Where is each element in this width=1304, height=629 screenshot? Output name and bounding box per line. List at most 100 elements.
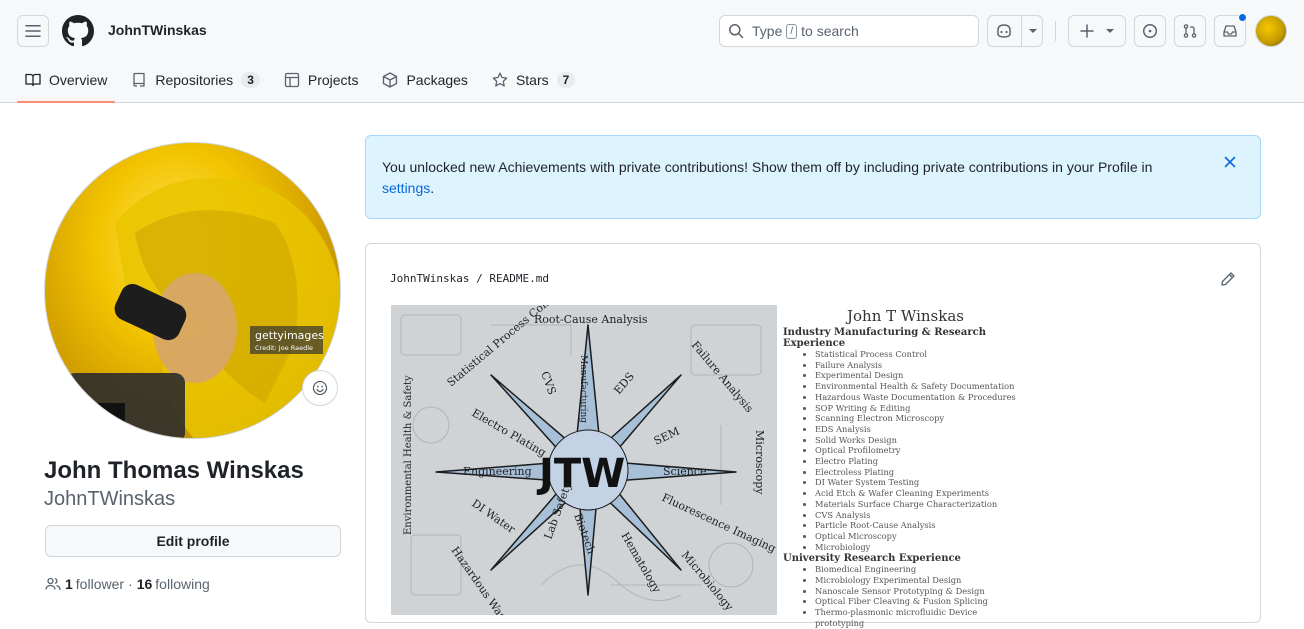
compass-label: Engineering bbox=[463, 465, 532, 478]
compass-label: Environmental Health & Safety bbox=[403, 375, 414, 535]
list-item: Statistical Process Control bbox=[815, 349, 1028, 360]
following-label: following bbox=[155, 576, 210, 592]
readme-owner-link[interactable]: JohnTWinskas bbox=[390, 272, 469, 285]
list-item: Scanning Electron Microscopy bbox=[815, 413, 1028, 424]
breadcrumb-separator: / bbox=[476, 272, 483, 285]
avatar-photo: gettyimages Credit: Joe Raedle bbox=[45, 178, 340, 438]
issues-button[interactable] bbox=[1134, 15, 1166, 47]
top-header: JohnTWinskas Type / to search Overview R… bbox=[0, 0, 1304, 103]
tab-repositories[interactable]: Repositories 3 bbox=[123, 62, 268, 97]
list-item: Hazardous Waste Documentation & Procedur… bbox=[815, 392, 1028, 403]
follow-stats: 1 follower · 16 following bbox=[45, 576, 210, 592]
list-item: Materials Surface Charge Characterizatio… bbox=[815, 499, 1028, 510]
user-avatar-menu[interactable] bbox=[1255, 15, 1287, 47]
tab-overview-label: Overview bbox=[49, 71, 108, 88]
chevron-down-icon[interactable] bbox=[1028, 26, 1038, 36]
list-item: Electro Plating bbox=[815, 456, 1028, 467]
tab-overview[interactable]: Overview bbox=[17, 62, 116, 103]
list-item: Optical Microscopy bbox=[815, 531, 1028, 542]
book-icon bbox=[25, 73, 41, 86]
table-icon bbox=[284, 72, 300, 87]
compass-svg: JTW Root-Cause Analysis Statistical Proc… bbox=[391, 305, 777, 615]
list-item: DI Water System Testing bbox=[815, 477, 1028, 488]
compass-label: Manufacturing bbox=[578, 355, 588, 423]
compass-graphic: JTW Root-Cause Analysis Statistical Proc… bbox=[391, 305, 777, 615]
header-divider bbox=[1055, 21, 1056, 41]
star-icon bbox=[492, 72, 508, 87]
list-item: Thermo-plasmonic microfluidic Device pro… bbox=[815, 607, 1028, 628]
tab-packages-label: Packages bbox=[406, 71, 468, 88]
chevron-down-icon bbox=[1106, 29, 1114, 33]
followers-link[interactable]: 1 follower bbox=[65, 576, 124, 592]
list-item: Electroless Plating bbox=[815, 467, 1028, 478]
repo-icon bbox=[133, 72, 146, 87]
pencil-icon[interactable] bbox=[1220, 271, 1236, 287]
profile-tabs: Overview Repositories 3 Projects Package… bbox=[17, 62, 591, 103]
industry-list: Statistical Process Control Failure Anal… bbox=[815, 349, 1028, 552]
list-item: CVS Analysis bbox=[815, 510, 1028, 521]
followers-label: follower bbox=[75, 576, 125, 592]
profile-avatar[interactable]: gettyimages Credit: Joe Raedle bbox=[44, 142, 341, 439]
banner-title: John T Winskas bbox=[847, 307, 964, 325]
list-item: Biomedical Engineering bbox=[815, 564, 1028, 575]
edit-profile-button[interactable]: Edit profile bbox=[45, 525, 341, 557]
followers-count: 1 bbox=[65, 576, 73, 592]
achievements-flash: You unlocked new Achievements with priva… bbox=[365, 135, 1261, 219]
list-item: Solid Works Design bbox=[815, 435, 1028, 446]
compass-center-text: JTW bbox=[536, 451, 625, 497]
copilot-button[interactable] bbox=[987, 15, 1043, 47]
following-count: 16 bbox=[136, 576, 153, 592]
compass-label: Science bbox=[663, 465, 706, 478]
github-logo-icon[interactable] bbox=[62, 15, 94, 47]
following-link[interactable]: 16 following bbox=[137, 576, 210, 592]
readme-file-link[interactable]: README.md bbox=[489, 272, 549, 285]
context-username[interactable]: JohnTWinskas bbox=[108, 22, 207, 38]
list-item: Acid Etch & Wafer Cleaning Experiments bbox=[815, 488, 1028, 499]
list-item: Microbiology bbox=[815, 542, 1028, 553]
flash-message: You unlocked new Achievements with priva… bbox=[382, 159, 1153, 175]
issue-opened-icon bbox=[1142, 23, 1158, 39]
create-new-button[interactable] bbox=[1068, 15, 1126, 47]
hamburger-menu-button[interactable] bbox=[17, 15, 49, 47]
plus-icon bbox=[1080, 24, 1094, 38]
list-item: Optical Profilometry bbox=[815, 445, 1028, 456]
readme-breadcrumb: JohnTWinskas / README.md bbox=[390, 272, 549, 285]
list-item: Failure Analysis bbox=[815, 360, 1028, 371]
pull-requests-button[interactable] bbox=[1174, 15, 1206, 47]
smiley-icon bbox=[312, 380, 328, 396]
list-item: Nanoscale Sensor Prototyping & Design bbox=[815, 586, 1028, 597]
close-icon[interactable] bbox=[1222, 154, 1238, 170]
set-status-button[interactable] bbox=[302, 370, 338, 406]
list-item: Experimental Design bbox=[815, 370, 1028, 381]
list-item: SOP Writing & Editing bbox=[815, 403, 1028, 414]
list-item: Particle Root-Cause Analysis bbox=[815, 520, 1028, 531]
readme-banner-image: JTW Root-Cause Analysis Statistical Proc… bbox=[391, 305, 1034, 628]
settings-link[interactable]: settings bbox=[382, 180, 430, 196]
people-icon bbox=[45, 577, 61, 591]
list-item: Environmental Health & Safety Documentat… bbox=[815, 381, 1028, 392]
copilot-icon bbox=[997, 24, 1011, 38]
inbox-icon bbox=[1223, 25, 1237, 37]
experience-list: John T Winskas Industry Manufacturing & … bbox=[777, 305, 1034, 628]
search-icon bbox=[729, 24, 744, 39]
tab-packages[interactable]: Packages bbox=[374, 62, 475, 97]
search-shortcut-key: / bbox=[786, 23, 798, 39]
package-icon bbox=[383, 71, 398, 88]
tab-stars-label: Stars bbox=[515, 71, 549, 88]
tab-projects[interactable]: Projects bbox=[276, 62, 367, 97]
menu-icon bbox=[25, 25, 41, 37]
git-pull-request-icon bbox=[1183, 24, 1197, 38]
list-item: EDS Analysis bbox=[815, 424, 1028, 435]
list-item: Microbiology Experimental Design bbox=[815, 575, 1028, 586]
follow-separator: · bbox=[128, 576, 133, 592]
search-placeholder-start: Type bbox=[752, 23, 783, 39]
section-university: University Research Experience bbox=[783, 553, 961, 565]
avatar-watermark: gettyimages bbox=[255, 329, 324, 342]
compass-label: Root-Cause Analysis bbox=[534, 313, 648, 326]
tab-repositories-label: Repositories bbox=[155, 71, 234, 88]
tab-stars[interactable]: Stars 7 bbox=[484, 62, 583, 97]
readme-card: JohnTWinskas / README.md JTW Root-Cause … bbox=[365, 243, 1261, 628]
profile-full-name: John Thomas Winskas bbox=[44, 457, 304, 484]
search-input[interactable]: Type / to search bbox=[719, 15, 979, 47]
section-industry: Industry Manufacturing & Research Experi… bbox=[783, 327, 986, 349]
